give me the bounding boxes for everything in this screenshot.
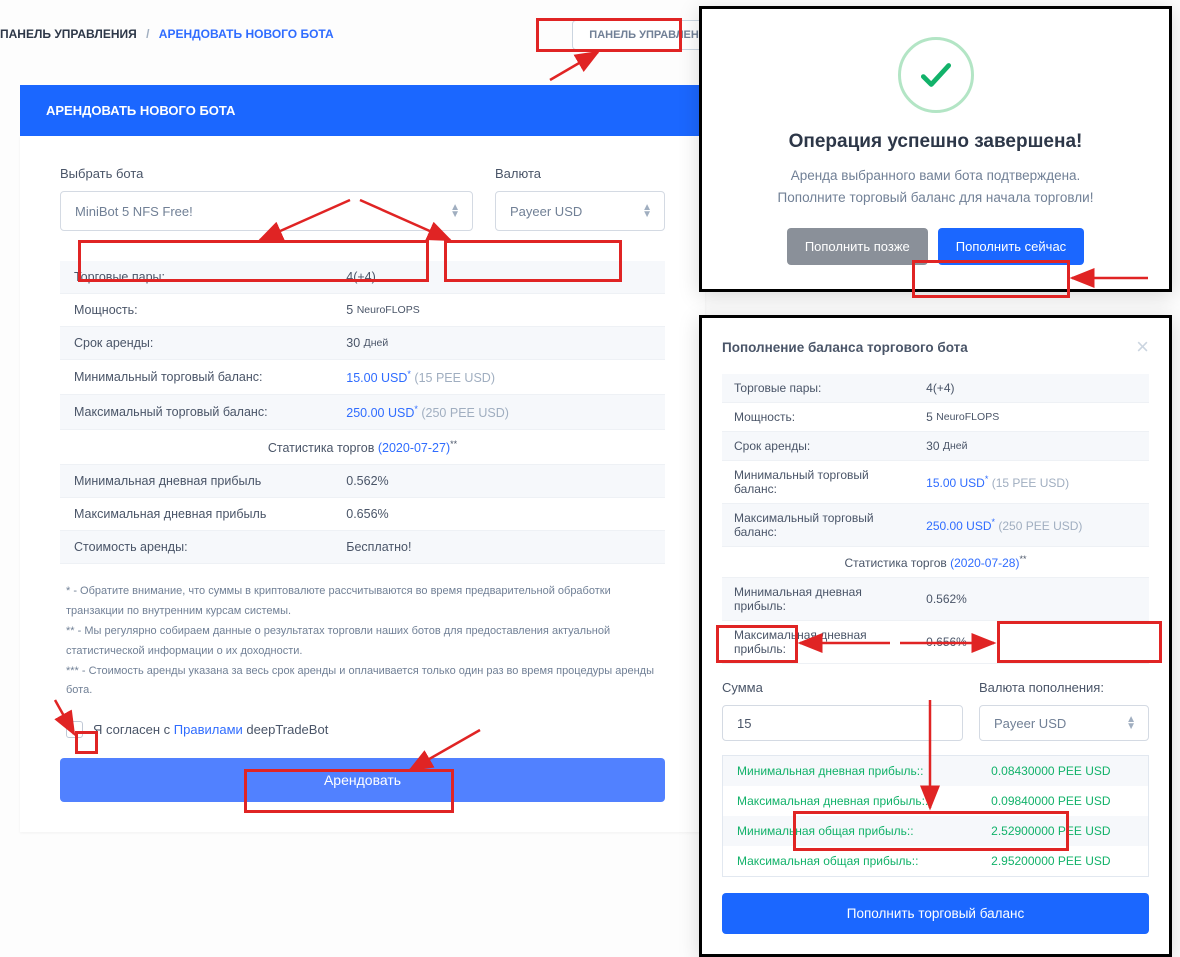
select-bot-label: Выбрать бота	[60, 166, 473, 181]
rent-button[interactable]: Арендовать	[60, 758, 665, 802]
chevron-updown-icon: ▲▼	[450, 204, 460, 218]
table-row: Максимальная дневная прибыль0.656%	[60, 498, 665, 531]
chevron-updown-icon: ▲▼	[1126, 716, 1136, 730]
bot-specs-table: Торговые пары:4(+4) Мощность:5 NeuroFLOP…	[60, 261, 665, 564]
table-row: Срок аренды:30 Дней	[722, 432, 1149, 461]
topup-later-button[interactable]: Пополнить позже	[787, 228, 928, 265]
table-row: Минимальная дневная прибыль::0.08430000 …	[723, 756, 1149, 787]
table-row: Минимальная дневная прибыль0.562%	[60, 465, 665, 498]
currency-dropdown[interactable]: Payeer USD ▲▼	[495, 191, 665, 231]
rules-link[interactable]: Правилами	[174, 722, 243, 737]
success-text: Аренда выбранного вами бота подтверждена…	[722, 165, 1149, 208]
table-row: Статистика торгов (2020-07-28)**	[722, 547, 1149, 578]
agreement-checkbox[interactable]	[66, 721, 83, 738]
footnotes: * - Обратите внимание, что суммы в крипт…	[66, 582, 659, 701]
select-bot-dropdown[interactable]: MiniBot 5 NFS Free! ▲▼	[60, 191, 473, 231]
table-row: Максимальный торговый баланс:250.00 USD*…	[60, 395, 665, 430]
table-row: Минимальный торговый баланс:15.00 USD* (…	[60, 360, 665, 395]
table-row: Минимальный торговый баланс:15.00 USD* (…	[722, 461, 1149, 504]
table-row: Максимальный торговый баланс:250.00 USD*…	[722, 504, 1149, 547]
agreement-label: Я согласен с Правилами deepTradeBot	[93, 722, 328, 737]
amount-label: Сумма	[722, 680, 963, 695]
table-row: Торговые пары:4(+4)	[60, 261, 665, 294]
topup-modal-title: Пополнение баланса торгового бота	[722, 340, 968, 355]
success-modal: Операция успешно завершена! Аренда выбра…	[699, 6, 1172, 292]
table-row: Максимальная дневная прибыль:0.656%	[722, 621, 1149, 664]
page-title: АРЕНДОВАТЬ НОВОГО БОТА	[20, 85, 705, 136]
success-check-icon	[898, 37, 974, 113]
breadcrumb: ПАНЕЛЬ УПРАВЛЕНИЯ / АРЕНДОВАТЬ НОВОГО БО…	[0, 27, 334, 41]
table-row: Мощность:5 NeuroFLOPS	[722, 403, 1149, 432]
chevron-updown-icon: ▲▼	[642, 204, 652, 218]
table-row: Статистика торгов (2020-07-27)**	[60, 430, 665, 465]
table-row: Мощность:5 NeuroFLOPS	[60, 294, 665, 327]
topup-now-button[interactable]: Пополнить сейчас	[938, 228, 1084, 265]
currency-label: Валюта	[495, 166, 665, 181]
profit-estimate-table: Минимальная дневная прибыль::0.08430000 …	[722, 755, 1149, 877]
breadcrumb-home[interactable]: ПАНЕЛЬ УПРАВЛЕНИЯ	[0, 27, 137, 41]
close-icon[interactable]: ×	[1136, 336, 1149, 358]
table-row: Максимальная дневная прибыль::0.09840000…	[723, 786, 1149, 816]
table-row: Минимальная общая прибыль::2.52900000 PE…	[723, 816, 1149, 846]
rent-form-card: Выбрать бота MiniBot 5 NFS Free! ▲▼ Валю…	[20, 136, 705, 832]
breadcrumb-current: АРЕНДОВАТЬ НОВОГО БОТА	[159, 27, 334, 41]
topup-currency-label: Валюта пополнения:	[979, 680, 1149, 695]
table-row: Торговые пары:4(+4)	[722, 374, 1149, 403]
topup-balance-button[interactable]: Пополнить торговый баланс	[722, 893, 1149, 934]
table-row: Стоимость аренды:Бесплатно!	[60, 531, 665, 564]
table-row: Максимальная общая прибыль::2.95200000 P…	[723, 846, 1149, 877]
topup-modal: Пополнение баланса торгового бота × Торг…	[699, 315, 1172, 957]
success-title: Операция успешно завершена!	[722, 131, 1149, 153]
topup-currency-dropdown[interactable]: Payeer USD ▲▼	[979, 705, 1149, 741]
amount-input[interactable]	[722, 705, 963, 741]
table-row: Срок аренды:30 Дней	[60, 327, 665, 360]
topup-specs-table: Торговые пары:4(+4) Мощность:5 NeuroFLOP…	[722, 374, 1149, 664]
table-row: Минимальная дневная прибыль:0.562%	[722, 578, 1149, 621]
